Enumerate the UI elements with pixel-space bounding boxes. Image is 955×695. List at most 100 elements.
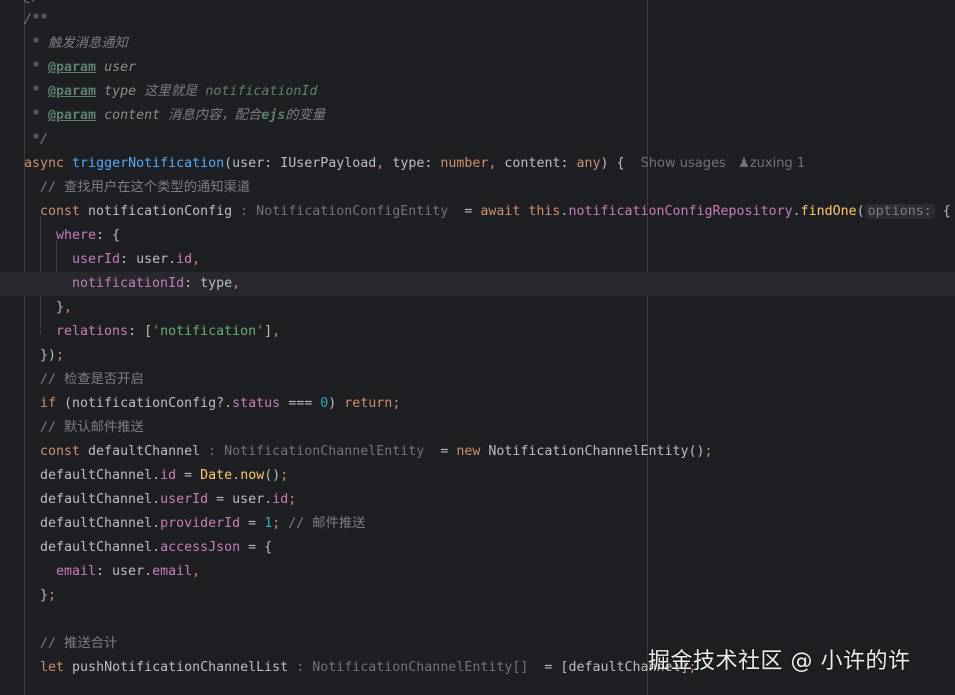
property: notificationConfigRepository <box>568 204 793 219</box>
property: userId <box>72 252 121 267</box>
method-call: now <box>240 468 265 483</box>
property: id <box>176 252 193 267</box>
property: id <box>272 492 289 507</box>
doc-comment-open: /** <box>24 12 49 27</box>
param-name: type <box>104 84 137 99</box>
param-description: 消息内容，配合 <box>168 108 262 123</box>
user-icon: ♟ <box>738 156 750 171</box>
property: email <box>152 564 193 579</box>
show-usages-link[interactable]: Show usages <box>641 156 726 171</box>
comment: // 默认邮件推送 <box>40 420 144 435</box>
variable: user <box>136 252 169 267</box>
code-line[interactable]: defaultChannel.userId = user.id; <box>40 488 955 512</box>
param-name: content <box>104 108 161 123</box>
property: email <box>56 564 97 579</box>
code-editor[interactable]: @/ /** * 触发消息通知 * @param user * @param t… <box>0 0 955 695</box>
code-line[interactable]: userId: user.id, <box>72 248 955 272</box>
variable: defaultChannel <box>40 492 153 507</box>
property: notificationId <box>72 276 185 291</box>
watermark: 掘金技术社区 @ 小许的许 <box>648 649 911 674</box>
keyword: const <box>40 204 81 219</box>
param-code: notificationId <box>205 84 318 99</box>
code-line[interactable]: * 触发消息通知 <box>24 32 955 56</box>
param: user <box>232 156 265 171</box>
keyword: this <box>528 204 561 219</box>
code-line[interactable]: async triggerNotification(user: IUserPay… <box>24 152 955 176</box>
type-hint: : NotificationChannelEntity <box>208 444 425 459</box>
param-tag: @param <box>48 108 97 123</box>
variable: defaultChannel <box>88 444 201 459</box>
property: status <box>232 396 281 411</box>
doc-star: * <box>24 84 49 99</box>
code-line[interactable]: * @param user <box>24 56 955 80</box>
number-literal: 1 <box>264 516 273 531</box>
class-name: Date <box>200 468 233 483</box>
current-line-highlight[interactable]: notificationId: type, <box>0 272 955 296</box>
doc-star: * <box>24 36 49 51</box>
variable: user <box>232 492 265 507</box>
code-line[interactable]: email: user.email, <box>56 560 955 584</box>
property: where <box>56 228 97 243</box>
code-line[interactable]: }, <box>56 296 955 320</box>
variable: notificationConfig <box>72 396 217 411</box>
code-line[interactable]: }); <box>40 344 955 368</box>
code-line[interactable]: // 检查是否开启 <box>40 368 955 392</box>
keyword: await <box>480 204 521 219</box>
property: accessJson <box>160 540 241 555</box>
code-line[interactable]: relations: ['notification'], <box>56 320 955 344</box>
property: providerId <box>160 516 241 531</box>
variable: notificationConfig <box>88 204 233 219</box>
keyword: if <box>40 396 57 411</box>
variable: pushNotificationChannelList <box>72 660 289 675</box>
code-line[interactable]: const notificationConfig : NotificationC… <box>40 200 955 224</box>
param-description: 这里就是 <box>144 84 206 99</box>
code-line[interactable]: */ <box>24 128 955 152</box>
code-line[interactable]: /** <box>24 8 955 32</box>
code-line[interactable]: where: { <box>56 224 955 248</box>
type-hint: : NotificationChannelEntity[] <box>296 660 529 675</box>
keyword: let <box>40 660 65 675</box>
function-name: triggerNotification <box>72 156 225 171</box>
property: userId <box>160 492 209 507</box>
keyword: new <box>456 444 481 459</box>
keyword: const <box>40 444 81 459</box>
class-name: NotificationChannelEntity <box>488 444 689 459</box>
variable: type <box>200 276 233 291</box>
code-line[interactable]: * @param content 消息内容，配合ejs的变量 <box>24 104 955 128</box>
comment: // 查找用户在这个类型的通知渠道 <box>40 180 251 195</box>
keyword: return <box>344 396 393 411</box>
code-line[interactable]: defaultChannel.accessJson = { <box>40 536 955 560</box>
doc-star: * <box>24 108 49 123</box>
method-call: findOne <box>800 204 857 219</box>
variable: user <box>112 564 145 579</box>
variable: defaultChannel <box>40 468 153 483</box>
param-code: ejs <box>261 108 286 123</box>
author-hint[interactable]: zuxing 1 <box>750 156 805 171</box>
comment-text: @/ <box>24 0 40 5</box>
property: id <box>160 468 177 483</box>
code-line[interactable]: }; <box>40 584 955 608</box>
variable: defaultChannel <box>40 516 153 531</box>
keyword: async <box>24 156 65 171</box>
param-description: 的变量 <box>285 108 326 123</box>
param-tag: @param <box>48 84 97 99</box>
type-name: number <box>440 156 489 171</box>
param: type <box>392 156 425 171</box>
comment: // 检查是否开启 <box>40 372 144 387</box>
comment: // 推送合计 <box>40 636 118 651</box>
comment: // 邮件推送 <box>288 516 366 531</box>
doc-comment-close: */ <box>24 132 49 147</box>
doc-description: 触发消息通知 <box>48 36 128 51</box>
code-line[interactable]: // 默认邮件推送 <box>40 416 955 440</box>
code-line[interactable]: const defaultChannel : NotificationChann… <box>40 440 955 464</box>
param: content <box>504 156 561 171</box>
code-line[interactable]: // 查找用户在这个类型的通知渠道 <box>40 176 955 200</box>
property: relations <box>56 324 129 339</box>
code-line[interactable]: if (notificationConfig?.status === 0) re… <box>40 392 955 416</box>
variable: defaultChannel <box>40 540 153 555</box>
code-line[interactable]: defaultChannel.providerId = 1; // 邮件推送 <box>40 512 955 536</box>
code-line[interactable]: defaultChannel.id = Date.now(); <box>40 464 955 488</box>
type-name: any <box>576 156 601 171</box>
type-hint: : NotificationConfigEntity <box>240 204 449 219</box>
code-line[interactable]: * @param type 这里就是 notificationId <box>24 80 955 104</box>
